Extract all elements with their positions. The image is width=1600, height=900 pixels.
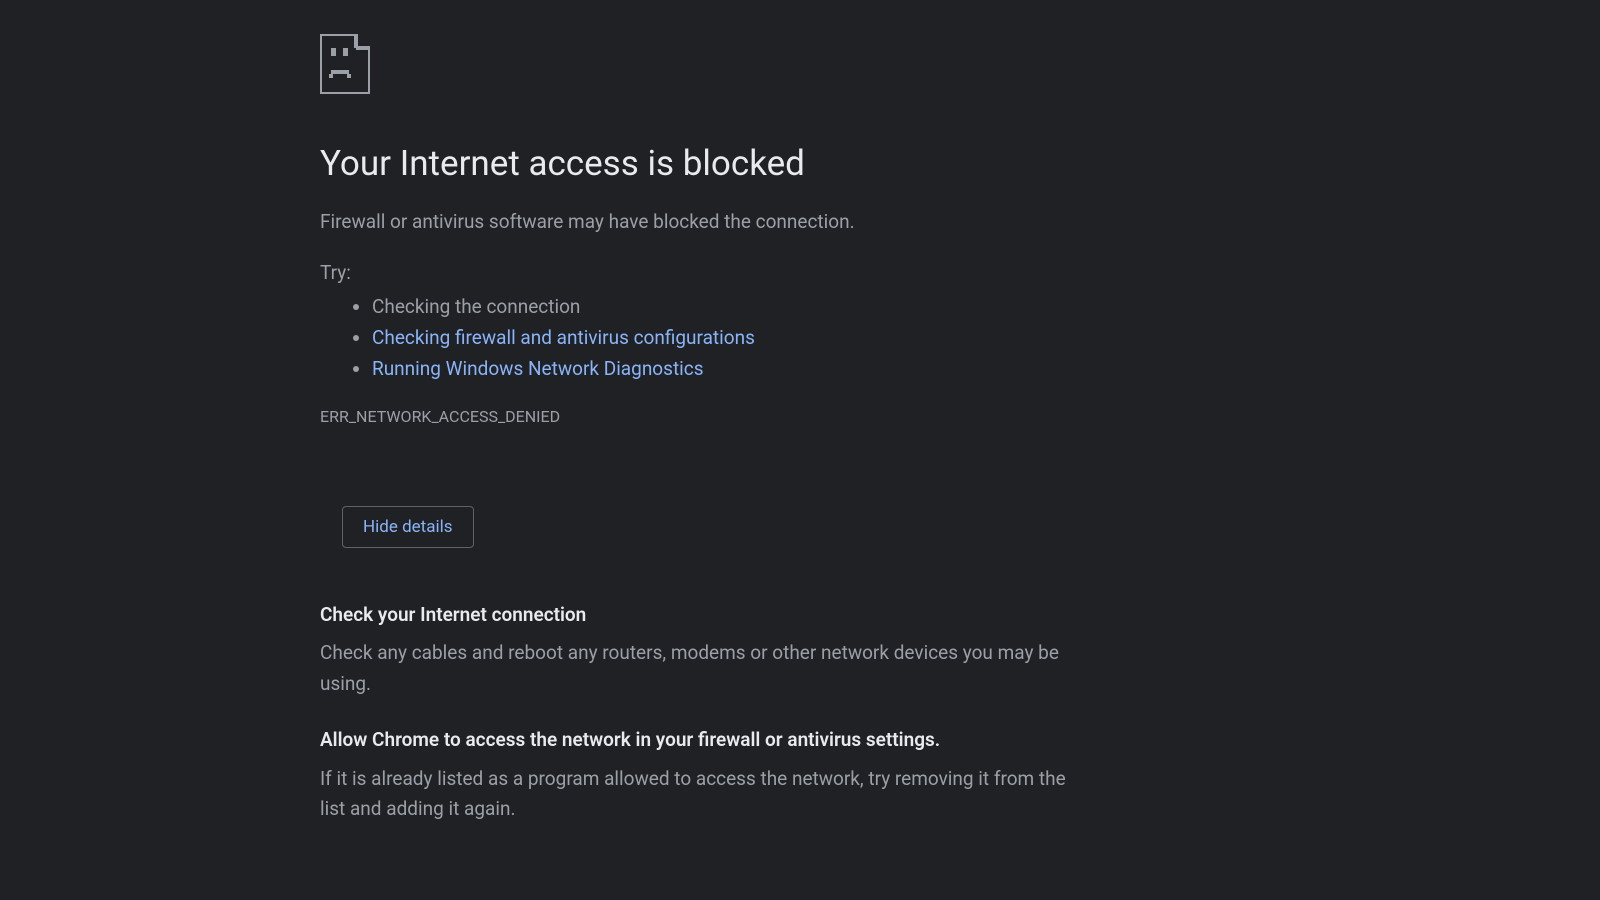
error-code: ERR_NETWORK_ACCESS_DENIED: [320, 407, 1100, 426]
error-page-container: Your Internet access is blocked Firewall…: [320, 0, 1100, 824]
detail-title: Allow Chrome to access the network in yo…: [320, 727, 1100, 754]
suggestion-item: Checking firewall and antivirus configur…: [372, 322, 1100, 353]
try-label: Try:: [320, 258, 1100, 288]
detail-body: Check any cables and reboot any routers,…: [320, 638, 1080, 699]
suggestions-block: Try: Checking the connection Checking fi…: [320, 258, 1100, 384]
suggestion-item: Running Windows Network Diagnostics: [372, 353, 1100, 384]
details-section: Check your Internet connection Check any…: [320, 602, 1100, 825]
error-subtext: Firewall or antivirus software may have …: [320, 208, 1100, 237]
toggle-details-button[interactable]: Hide details: [342, 506, 474, 548]
detail-body: If it is already listed as a program all…: [320, 764, 1080, 825]
frowny-page-icon: [320, 34, 1100, 94]
suggestions-list: Checking the connection Checking firewal…: [320, 291, 1100, 385]
detail-title: Check your Internet connection: [320, 602, 1100, 629]
suggestion-item: Checking the connection: [372, 291, 1100, 322]
suggestion-link-diagnostics[interactable]: Running Windows Network Diagnostics: [372, 357, 704, 380]
suggestion-text: Checking the connection: [372, 295, 580, 318]
error-icon-wrap: [320, 34, 1100, 94]
detail-block: Check your Internet connection Check any…: [320, 602, 1100, 699]
detail-block: Allow Chrome to access the network in yo…: [320, 727, 1100, 824]
error-heading: Your Internet access is blocked: [320, 142, 1100, 186]
suggestion-link-firewall[interactable]: Checking firewall and antivirus configur…: [372, 326, 755, 349]
